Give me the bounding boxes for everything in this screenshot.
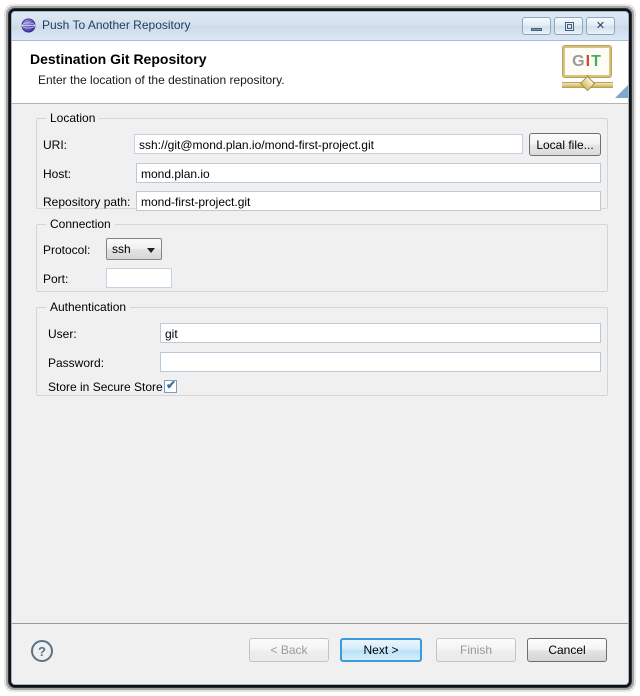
maximize-icon bbox=[565, 22, 574, 31]
minimize-icon bbox=[531, 28, 542, 31]
protocol-label: Protocol: bbox=[43, 243, 91, 257]
wizard-body: Location URI: ssh://git@mond.plan.io/mon… bbox=[12, 104, 628, 623]
store-secure-checkbox[interactable]: ✔ bbox=[164, 378, 177, 393]
authentication-group-label: Authentication bbox=[46, 300, 131, 314]
page-description: Enter the location of the destination re… bbox=[38, 73, 285, 87]
location-group: Location URI: ssh://git@mond.plan.io/mon… bbox=[36, 111, 608, 211]
git-logo-letter-g: G bbox=[572, 52, 586, 70]
git-logo-icon: GIT bbox=[562, 44, 616, 98]
uri-label: URI: bbox=[43, 138, 67, 152]
title-bar: Push To Another Repository ✕ bbox=[12, 12, 628, 41]
protocol-select[interactable]: ssh bbox=[106, 238, 162, 260]
back-button[interactable]: < Back bbox=[249, 638, 329, 662]
window-title: Push To Another Repository bbox=[42, 18, 191, 32]
git-logo-card: GIT bbox=[563, 46, 611, 77]
location-group-label: Location bbox=[46, 111, 100, 125]
host-input[interactable]: mond.plan.io bbox=[136, 163, 601, 183]
next-button[interactable]: Next > bbox=[340, 638, 422, 662]
port-input[interactable] bbox=[106, 268, 172, 288]
dialog-footer: ? < Back Next > Finish Cancel bbox=[12, 623, 628, 684]
connection-group: Connection Protocol: ssh Port: bbox=[36, 217, 608, 292]
protocol-selected-value: ssh bbox=[112, 242, 131, 256]
host-label: Host: bbox=[43, 167, 72, 181]
authentication-group: Authentication User: git Password: Store… bbox=[36, 300, 608, 396]
close-button[interactable]: ✕ bbox=[586, 17, 615, 35]
header-corner-triangle bbox=[615, 85, 628, 98]
globe-icon bbox=[21, 18, 36, 33]
git-logo-knob bbox=[579, 75, 596, 92]
wizard-dialog-window: Push To Another Repository ✕ Destination… bbox=[11, 11, 629, 685]
user-input[interactable]: git bbox=[160, 323, 601, 343]
repository-path-input[interactable]: mond-first-project.git bbox=[136, 191, 601, 211]
uri-input[interactable]: ssh://git@mond.plan.io/mond-first-projec… bbox=[134, 134, 523, 154]
git-logo-letter-t: T bbox=[591, 52, 602, 70]
chevron-down-icon bbox=[147, 248, 155, 253]
user-label: User: bbox=[48, 327, 77, 341]
store-secure-label: Store in Secure Store bbox=[48, 380, 163, 394]
git-logo-letters: GIT bbox=[565, 48, 609, 75]
password-label: Password: bbox=[48, 356, 105, 370]
minimize-button[interactable] bbox=[522, 17, 551, 35]
page-title: Destination Git Repository bbox=[30, 51, 207, 67]
help-icon[interactable]: ? bbox=[31, 640, 53, 662]
wizard-header: Destination Git Repository Enter the loc… bbox=[12, 41, 628, 104]
finish-button[interactable]: Finish bbox=[436, 638, 516, 662]
checkmark-icon: ✔ bbox=[166, 378, 177, 392]
repository-path-label: Repository path: bbox=[43, 195, 131, 209]
local-file-button[interactable]: Local file... bbox=[529, 133, 601, 156]
connection-group-label: Connection bbox=[46, 217, 115, 231]
cancel-button[interactable]: Cancel bbox=[527, 638, 607, 662]
password-input[interactable] bbox=[160, 352, 601, 372]
close-icon: ✕ bbox=[595, 19, 606, 32]
maximize-button[interactable] bbox=[554, 17, 583, 35]
port-label: Port: bbox=[43, 272, 69, 286]
